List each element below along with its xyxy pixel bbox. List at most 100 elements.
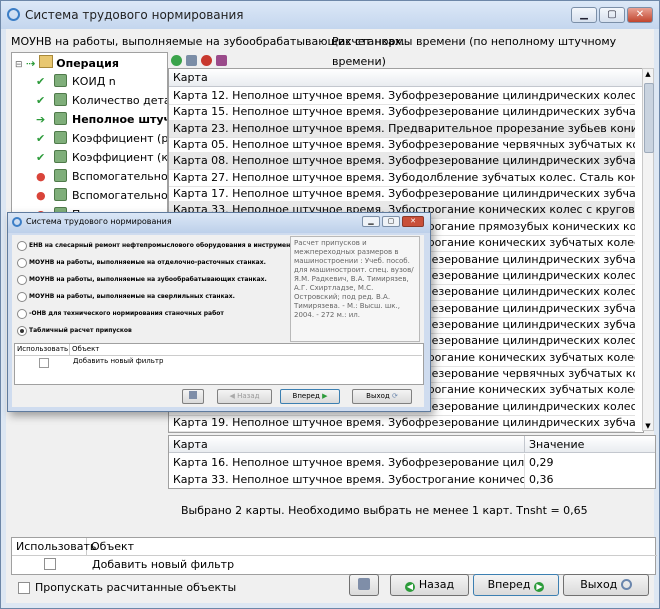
norm-selection-dialog: Система трудового нормирования ▁ ▢ ✕ ЕНВ…	[7, 212, 431, 412]
tools-icon[interactable]	[216, 55, 227, 66]
grid-icon[interactable]	[186, 55, 197, 66]
filter-col-use[interactable]: Использовать	[12, 538, 96, 556]
add-filter-row[interactable]: Добавить новый фильтр	[92, 556, 234, 573]
selected-col-card[interactable]: Карта	[169, 436, 525, 453]
dialog-minimize-button[interactable]: ▁	[362, 216, 380, 227]
dialog-back-button[interactable]: ◀ Назад	[217, 389, 272, 404]
tree-root[interactable]: ⊟ ⇢ Операция	[15, 55, 119, 73]
scroll-up-icon[interactable]: ▲	[643, 69, 653, 79]
tree-item[interactable]: ✔ КОИД n	[36, 73, 116, 91]
norm-option-label[interactable]: ЕНВ на слесарный ремонт нефтепромысловог…	[29, 242, 298, 250]
tree-item[interactable]: ✔ Количество дета	[36, 92, 168, 110]
folder-icon	[38, 55, 53, 68]
cards-grid-header[interactable]: Карта	[169, 69, 643, 87]
dialog-description: Расчет припусков и межпереходных размеро…	[290, 236, 420, 342]
norm-option-label[interactable]: -ОНВ для технического нормирования стано…	[29, 310, 224, 318]
status-text: Выбрано 2 карты. Необходимо выбрать не м…	[181, 504, 588, 517]
norm-option-radio[interactable]	[17, 275, 27, 285]
dialog-add-filter-row[interactable]: Добавить новый фильтр	[73, 356, 163, 367]
tree-item-label: Вспомогательно	[72, 189, 168, 202]
dialog-close-button[interactable]: ✕	[402, 216, 424, 227]
filter-col-object[interactable]: Объект	[87, 538, 657, 556]
norm-option-label[interactable]: МОУНВ на работы, выполняемые на сверлиль…	[29, 293, 235, 301]
skip-calculated-label: Пропускать расчитанные объекты	[35, 581, 237, 594]
card-row[interactable]: Карта 12. Неполное штучное время. Зубофр…	[169, 87, 635, 105]
pending-icon: ●	[36, 189, 46, 202]
tree-item[interactable]: ✔ Коэффициент (р	[36, 130, 168, 148]
norm-option-radio[interactable]	[17, 258, 27, 268]
calc-item-icon	[54, 93, 67, 106]
tree-item-label: Вспомогательно	[72, 170, 168, 183]
check-icon: ✔	[36, 75, 46, 88]
norm-option-radio[interactable]	[17, 292, 27, 302]
dialog-filter-col-use[interactable]: Использовать	[15, 344, 70, 356]
cards-scrollbar[interactable]: ▲ ▼	[642, 68, 654, 431]
exit-label: Выход	[580, 578, 618, 591]
dialog-title: Система трудового нормирования	[26, 217, 172, 226]
norm-option-label[interactable]: МОУНВ на работы, выполняемые на отделочн…	[29, 259, 266, 267]
card-row[interactable]: Карта 08. Неполное штучное время. Зубофр…	[169, 152, 635, 171]
calc-item-icon	[54, 112, 67, 125]
norm-option-radio[interactable]	[17, 309, 27, 319]
operation-tree[interactable]: ⊟ ⇢ Операция ✔ КОИД n ✔ Количество дета ➔ Неп…	[11, 52, 168, 232]
scroll-thumb[interactable]	[644, 83, 654, 153]
check-icon: ✔	[36, 132, 46, 145]
next-arrow-icon: ▶	[322, 392, 328, 400]
skip-calculated-checkbox[interactable]	[18, 582, 30, 594]
dialog-filter-use-checkbox[interactable]	[39, 358, 49, 368]
tree-item[interactable]: ● Вспомогательно	[36, 168, 168, 186]
selected-col-value[interactable]: Значение	[525, 436, 655, 453]
collapse-icon[interactable]: ⊟	[15, 60, 23, 70]
card-row[interactable]: Карта 05. Неполное штучное время. Зубофр…	[169, 136, 635, 155]
check-icon: ✔	[36, 151, 46, 164]
filter-use-checkbox[interactable]	[44, 558, 56, 570]
current-arrow-icon: ➔	[36, 113, 46, 126]
card-row[interactable]: Карта 15. Неполное штучное время. Зубофр…	[169, 103, 635, 122]
tree-expand-arrow-icon: ⇢	[26, 57, 36, 70]
dialog-maximize-button[interactable]: ▢	[382, 216, 400, 227]
window-title: Система трудового нормирования	[25, 8, 244, 22]
norm-option-label[interactable]: Табличный расчет припусков	[29, 327, 132, 335]
dialog-settings-button[interactable]	[182, 389, 204, 404]
selected-card-name[interactable]: Карта 16. Неполное штучное время. Зубофр…	[169, 454, 525, 471]
minimize-button[interactable]: ▁	[571, 7, 597, 23]
calc-item-icon	[54, 188, 67, 201]
card-row[interactable]: Карта 27. Неполное штучное время. Зубодо…	[169, 169, 635, 187]
dialog-next-button[interactable]: Вперед ▶	[280, 389, 340, 404]
tree-item[interactable]: ● Вспомогательно	[36, 187, 168, 205]
add-icon[interactable]	[171, 55, 182, 66]
norm-option-radio[interactable]	[17, 326, 27, 336]
next-arrow-icon: ▶	[534, 582, 545, 592]
tree-item-label: Коэффициент (р	[72, 132, 168, 145]
back-button[interactable]: ◀ Назад	[390, 574, 469, 596]
dialog-next-label: Вперед	[292, 392, 320, 400]
dialog-exit-button[interactable]: Выход ⟳	[352, 389, 412, 404]
card-row[interactable]: Карта 23. Неполное штучное время. Предва…	[169, 119, 635, 138]
exit-button[interactable]: Выход	[563, 574, 649, 596]
norm-option-label[interactable]: МОУНВ на работы, выполняемые на зубообра…	[29, 276, 267, 284]
tools-icon	[358, 578, 370, 590]
selected-card-name[interactable]: Карта 33. Неполное штучное время. Зубост…	[169, 471, 525, 488]
tree-item-label: Количество дета	[72, 94, 168, 107]
delete-icon[interactable]	[201, 55, 212, 66]
norm-option-radio[interactable]	[17, 241, 27, 251]
tree-item[interactable]: ➔ Неполное штуч	[36, 111, 168, 129]
calc-item-icon	[54, 74, 67, 87]
dialog-exit-label: Выход	[366, 392, 390, 400]
back-arrow-icon: ◀	[404, 582, 415, 592]
calc-item-icon	[54, 131, 67, 144]
tree-item[interactable]: ✔ Коэффициент (к	[36, 149, 167, 167]
settings-button[interactable]	[349, 574, 379, 596]
selected-card-value[interactable]: 0,36	[525, 471, 655, 488]
card-row[interactable]: Карта 17. Неполное штучное время. Зубофр…	[169, 185, 635, 204]
scroll-down-icon[interactable]: ▼	[643, 422, 653, 430]
maximize-button[interactable]: ▢	[599, 7, 625, 23]
card-row[interactable]: Карта 19. Неполное штучное время. Зубофр…	[169, 414, 635, 432]
tree-item-label: КОИД n	[72, 75, 116, 88]
tree-item-label: Неполное штуч	[72, 113, 168, 126]
dialog-filter-col-object[interactable]: Объект	[70, 344, 422, 356]
close-button[interactable]: ✕	[627, 7, 653, 23]
selected-card-value[interactable]: 0,29	[525, 454, 655, 471]
dialog-title-bar: Система трудового нормирования ▁ ▢ ✕	[8, 213, 430, 233]
next-button[interactable]: Вперед ▶	[473, 574, 559, 596]
